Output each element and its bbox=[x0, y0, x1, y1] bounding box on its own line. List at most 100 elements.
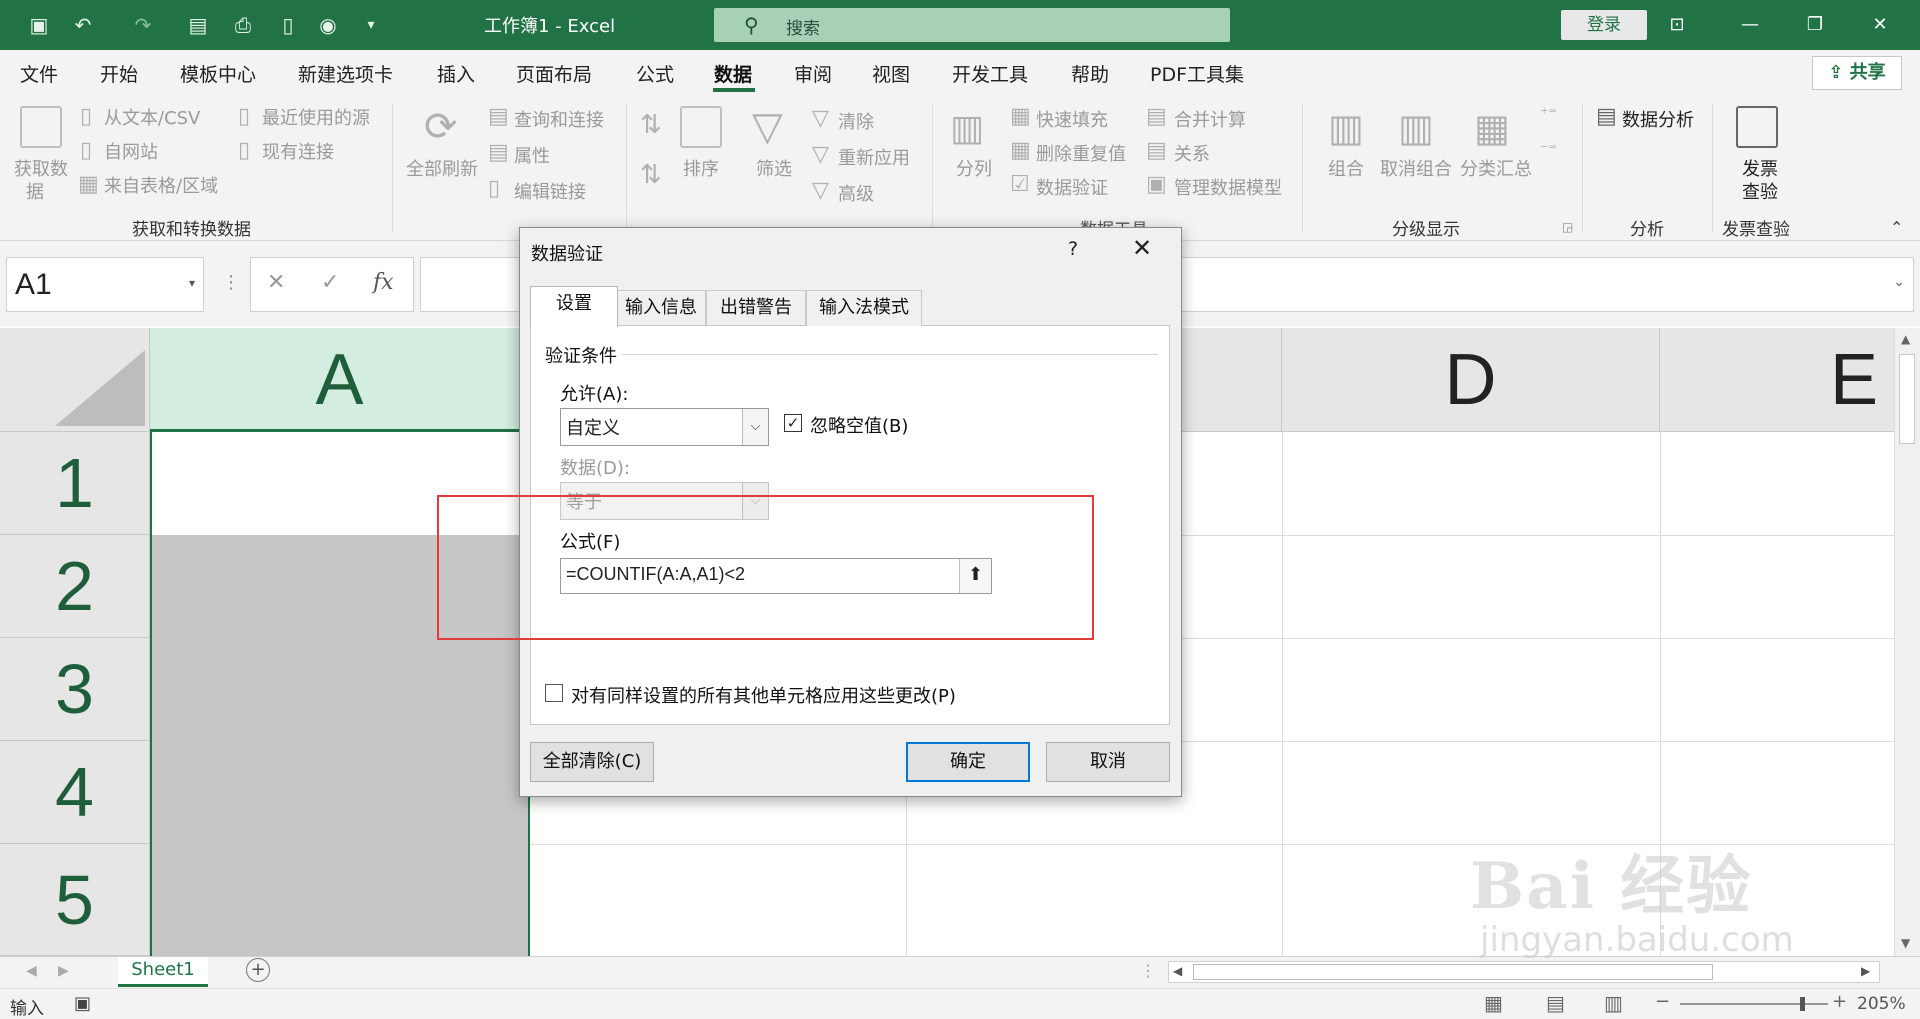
close-window-icon[interactable]: ✕ bbox=[1860, 10, 1900, 40]
group-icon[interactable]: ▥ bbox=[1328, 106, 1364, 150]
reapply[interactable]: 重新应用 bbox=[838, 144, 910, 170]
tab-view[interactable]: 视图 bbox=[872, 60, 910, 87]
tab-pdf-tools[interactable]: PDF工具集 bbox=[1150, 60, 1244, 87]
row-header-3[interactable]: 3 bbox=[0, 638, 150, 741]
edit-links[interactable]: 编辑链接 bbox=[514, 178, 586, 204]
text-to-columns[interactable]: 分列 bbox=[956, 155, 992, 181]
zoom-out-icon[interactable]: − bbox=[1655, 991, 1670, 1012]
recent-sources[interactable]: 最近使用的源 bbox=[262, 104, 370, 130]
vertical-scroll-thumb[interactable] bbox=[1899, 354, 1915, 444]
record-icon[interactable]: ◉ bbox=[315, 12, 341, 38]
column-header-a[interactable]: A bbox=[150, 328, 530, 432]
ribbon-display-icon[interactable]: ⊡ bbox=[1657, 10, 1697, 40]
cancel-button[interactable]: 取消 bbox=[1046, 742, 1170, 782]
minimize-icon[interactable]: — bbox=[1730, 10, 1770, 40]
refresh-all[interactable]: 全部刷新 bbox=[406, 155, 478, 181]
tab-help[interactable]: 帮助 bbox=[1071, 60, 1109, 87]
ok-button[interactable]: 确定 bbox=[906, 742, 1030, 782]
sheet-tab-sheet1[interactable]: Sheet1 bbox=[118, 957, 208, 987]
group[interactable]: 组合 bbox=[1328, 155, 1364, 181]
horizontal-scroll-thumb[interactable] bbox=[1193, 964, 1713, 980]
ungroup-icon[interactable]: ▥ bbox=[1398, 106, 1434, 150]
share-button[interactable]: ⇪ 共享 bbox=[1812, 56, 1902, 90]
data-validation[interactable]: 数据验证 bbox=[1036, 174, 1108, 200]
sort-za-icon[interactable]: ⇅ bbox=[640, 160, 662, 190]
allow-select[interactable]: 自定义 ⌵ bbox=[560, 408, 769, 446]
row-header-2[interactable]: 2 bbox=[0, 535, 150, 638]
subtotal-icon[interactable]: ▦ bbox=[1474, 106, 1510, 150]
enter-icon[interactable]: ✓ bbox=[321, 270, 339, 295]
normal-view-icon[interactable]: ▦ bbox=[1484, 991, 1503, 1015]
restore-icon[interactable]: ❐ bbox=[1795, 10, 1835, 40]
scroll-left-icon[interactable]: ◀ bbox=[1173, 964, 1182, 978]
tab-developer[interactable]: 开发工具 bbox=[952, 60, 1028, 87]
tab-file[interactable]: 文件 bbox=[20, 60, 58, 87]
properties[interactable]: 属性 bbox=[514, 142, 550, 168]
from-table[interactable]: 来自表格/区域 bbox=[104, 172, 218, 198]
row-header-1[interactable]: 1 bbox=[0, 432, 150, 535]
page-layout-view-icon[interactable]: ▤ bbox=[1546, 991, 1565, 1015]
tab-data[interactable]: 数据 bbox=[714, 60, 752, 87]
scroll-up-icon[interactable]: ▲ bbox=[1901, 332, 1910, 346]
column-header-d[interactable]: D bbox=[1282, 328, 1660, 432]
clear[interactable]: 清除 bbox=[838, 108, 874, 134]
sort[interactable]: 排序 bbox=[683, 155, 719, 181]
redo-icon[interactable]: ↷ bbox=[130, 12, 156, 38]
advanced[interactable]: 高级 bbox=[838, 180, 874, 206]
text-to-columns-icon[interactable]: ▥ bbox=[950, 108, 984, 149]
prev-sheet-icon[interactable]: ◀ bbox=[26, 963, 37, 979]
zoom-level[interactable]: 205% bbox=[1857, 994, 1906, 1014]
tab-ime-mode[interactable]: 输入法模式 bbox=[806, 290, 922, 326]
row-header-5[interactable]: 5 bbox=[0, 844, 150, 956]
flash-fill[interactable]: 快速填充 bbox=[1036, 106, 1108, 132]
relationships[interactable]: 关系 bbox=[1174, 140, 1210, 166]
help-icon[interactable]: ? bbox=[1068, 238, 1078, 260]
from-web[interactable]: 自网站 bbox=[104, 138, 158, 164]
expand-formula-icon[interactable]: ⌄ bbox=[1893, 274, 1905, 290]
subtotal[interactable]: 分类汇总 bbox=[1460, 155, 1532, 181]
from-text-csv[interactable]: 从文本/CSV bbox=[104, 104, 200, 130]
login-button[interactable]: 登录 bbox=[1561, 10, 1647, 40]
manage-data-model[interactable]: 管理数据模型 bbox=[1174, 174, 1282, 200]
ungroup[interactable]: 取消组合 bbox=[1380, 155, 1452, 181]
name-box[interactable]: A1 ▾ bbox=[6, 257, 204, 312]
dialog-launcher-icon[interactable]: ◲ bbox=[1562, 220, 1573, 234]
filter-icon[interactable]: ▽ bbox=[752, 104, 783, 150]
page-break-view-icon[interactable]: ▥ bbox=[1604, 991, 1623, 1015]
scroll-right-icon[interactable]: ▶ bbox=[1861, 964, 1870, 978]
tab-home[interactable]: 开始 bbox=[100, 60, 138, 87]
tab-settings[interactable]: 设置 bbox=[530, 286, 618, 327]
refresh-all-icon[interactable]: ⟳ bbox=[424, 104, 458, 150]
sort-icon[interactable] bbox=[680, 106, 722, 148]
remove-duplicates[interactable]: 删除重复值 bbox=[1036, 140, 1126, 166]
insert-function-icon[interactable]: fx bbox=[373, 270, 394, 295]
customize-qat-icon[interactable]: ▾ bbox=[358, 12, 384, 38]
sort-az-icon[interactable]: ⇅ bbox=[640, 110, 662, 140]
save-icon[interactable]: ▣ bbox=[26, 12, 52, 38]
tab-new[interactable]: 新建选项卡 bbox=[298, 60, 393, 87]
get-data-label-2[interactable]: 据 bbox=[26, 178, 44, 204]
tab-template[interactable]: 模板中心 bbox=[180, 60, 256, 87]
zoom-slider-thumb[interactable] bbox=[1800, 997, 1805, 1011]
close-icon[interactable]: ✕ bbox=[1132, 234, 1152, 262]
tab-page-layout[interactable]: 页面布局 bbox=[516, 60, 592, 87]
hide-detail-icon[interactable]: ⁻⁼ bbox=[1540, 140, 1557, 159]
consolidate[interactable]: 合并计算 bbox=[1174, 106, 1246, 132]
tab-review[interactable]: 审阅 bbox=[794, 60, 832, 87]
horizontal-scrollbar[interactable]: ◀ ▶ bbox=[1168, 961, 1880, 983]
accessibility-icon[interactable]: ▣ bbox=[74, 993, 91, 1014]
cancel-icon[interactable]: ✕ bbox=[267, 270, 285, 295]
column-header-e[interactable]: E bbox=[1660, 328, 1894, 432]
search-box[interactable]: ⚲ 搜索 bbox=[714, 8, 1230, 42]
form-icon[interactable]: ▤ bbox=[185, 12, 211, 38]
queries-connections[interactable]: 查询和连接 bbox=[514, 106, 604, 132]
add-sheet-icon[interactable]: + bbox=[246, 958, 270, 982]
undo-icon[interactable]: ↶ bbox=[70, 12, 96, 38]
invoice-label-2[interactable]: 查验 bbox=[1742, 178, 1778, 204]
scroll-down-icon[interactable]: ▼ bbox=[1901, 936, 1910, 950]
vertical-scrollbar[interactable]: ▲ ▼ bbox=[1894, 328, 1920, 956]
database-icon[interactable] bbox=[20, 106, 62, 148]
tab-input-message[interactable]: 输入信息 bbox=[616, 290, 706, 326]
zoom-slider[interactable] bbox=[1680, 1003, 1828, 1005]
existing-connections[interactable]: 现有连接 bbox=[262, 138, 334, 164]
